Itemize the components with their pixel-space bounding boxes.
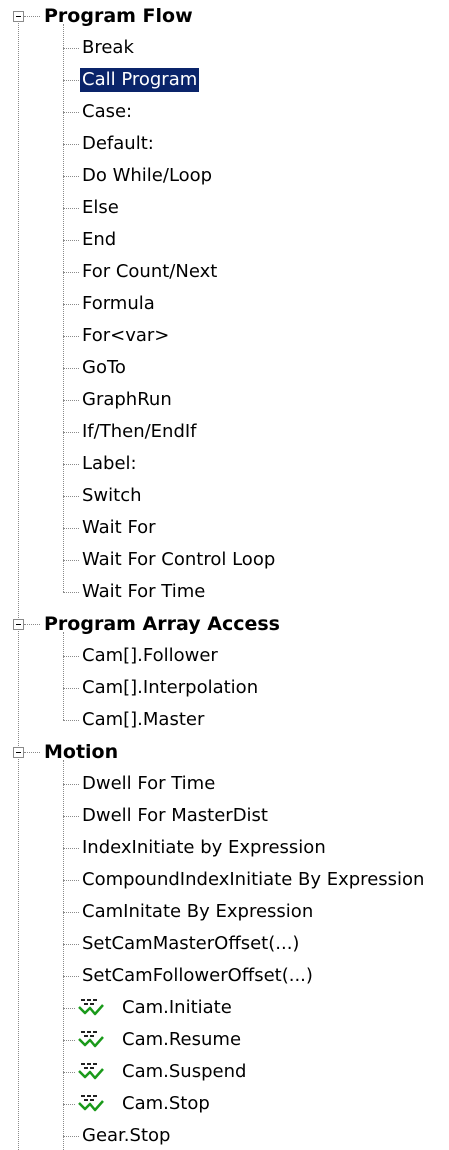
collapse-toggle-icon[interactable] [13,747,24,758]
tree-connector [63,560,79,561]
tree-item-label[interactable]: Case: [80,100,134,124]
tree-item-label[interactable]: Break [80,36,136,60]
tree-item-label[interactable]: SetCamMasterOffset(...) [80,932,301,956]
tree-item-label[interactable]: Switch [80,484,144,508]
tree-connector [63,912,79,913]
tree-connector [63,1072,75,1073]
tree-item-label[interactable]: GoTo [80,356,128,380]
tree-item-label[interactable]: Dwell For MasterDist [80,804,270,828]
tree-connector [24,16,40,17]
tree-connector [63,368,79,369]
tree-item-label[interactable]: Else [80,196,121,220]
tree-connector [63,112,79,113]
tree-connector [63,528,79,529]
tree-connector [24,624,40,625]
tree-item-label[interactable]: Cam[].Master [80,708,206,732]
tree-item-label[interactable]: CamInitate By Expression [80,900,315,924]
tree-item-label[interactable]: If/Then/EndIf [80,420,199,444]
tree-connector [63,240,79,241]
tree-connector [63,48,79,49]
tree-connector [63,880,79,881]
tree-connector [63,1136,79,1137]
tree-connector [63,816,79,817]
tree-connector [63,976,79,977]
tree-connector [63,632,64,720]
tree-item-label[interactable]: For Count/Next [80,260,219,284]
tree-item-label[interactable]: Do While/Loop [80,164,214,188]
tree-connector [63,1104,75,1105]
tree-connector [24,752,40,753]
tree-connector [63,1008,75,1009]
tree-item-label[interactable]: Label: [80,452,139,476]
tree-connector [63,24,64,592]
tree-connector [63,656,79,657]
tree-view[interactable]: Program Flow Break Call Program Case: Defaul… [0,0,449,1150]
category-label[interactable]: Program Array Access [42,612,282,636]
tree-root-connector [18,18,19,1150]
cam-motion-icon [77,1092,105,1114]
tree-item-label[interactable]: Wait For [80,516,158,540]
tree-item-label[interactable]: Cam[].Interpolation [80,676,260,700]
tree-item-label[interactable]: Formula [80,292,157,316]
collapse-toggle-icon[interactable] [13,11,24,22]
tree-connector [63,760,64,1150]
tree-item-label[interactable]: Cam.Initiate [120,996,234,1020]
category-label[interactable]: Motion [42,740,120,764]
tree-connector [63,848,79,849]
tree-item-label-selected[interactable]: Call Program [80,68,200,92]
tree-item-label[interactable]: GraphRun [80,388,174,412]
tree-item-label[interactable]: Dwell For Time [80,772,217,796]
tree-connector [63,688,79,689]
tree-connector [63,208,79,209]
tree-connector [63,432,79,433]
tree-item-label[interactable]: Cam.Resume [120,1028,243,1052]
tree-connector [63,592,79,593]
tree-connector [63,80,79,81]
tree-item-label[interactable]: End [80,228,118,252]
cam-motion-icon [77,1060,105,1082]
tree-connector [63,784,79,785]
tree-connector [63,944,79,945]
tree-item-label[interactable]: IndexInitiate by Expression [80,836,328,860]
tree-connector [63,464,79,465]
tree-connector [63,336,79,337]
tree-connector [63,144,79,145]
tree-connector [63,1040,75,1041]
tree-item-label[interactable]: Default: [80,132,156,156]
tree-connector [63,176,79,177]
cam-motion-icon [77,1028,105,1050]
tree-item-label[interactable]: Gear.Stop [80,1124,172,1148]
tree-connector [63,400,79,401]
tree-item-label[interactable]: Cam.Stop [120,1092,212,1116]
tree-item-label[interactable]: Wait For Control Loop [80,548,277,572]
tree-connector [63,272,79,273]
tree-item-label[interactable]: Wait For Time [80,580,207,604]
tree-item-label[interactable]: For<var> [80,324,171,348]
tree-connector [63,496,79,497]
tree-connector [63,720,79,721]
tree-item-label[interactable]: CompoundIndexInitiate By Expression [80,868,426,892]
category-label[interactable]: Program Flow [42,4,195,28]
collapse-toggle-icon[interactable] [13,619,24,630]
tree-item-label[interactable]: Cam[].Follower [80,644,220,668]
tree-item-label[interactable]: SetCamFollowerOffset(...) [80,964,315,988]
tree-connector [63,304,79,305]
cam-motion-icon [77,996,105,1018]
tree-item-label[interactable]: Cam.Suspend [120,1060,248,1084]
